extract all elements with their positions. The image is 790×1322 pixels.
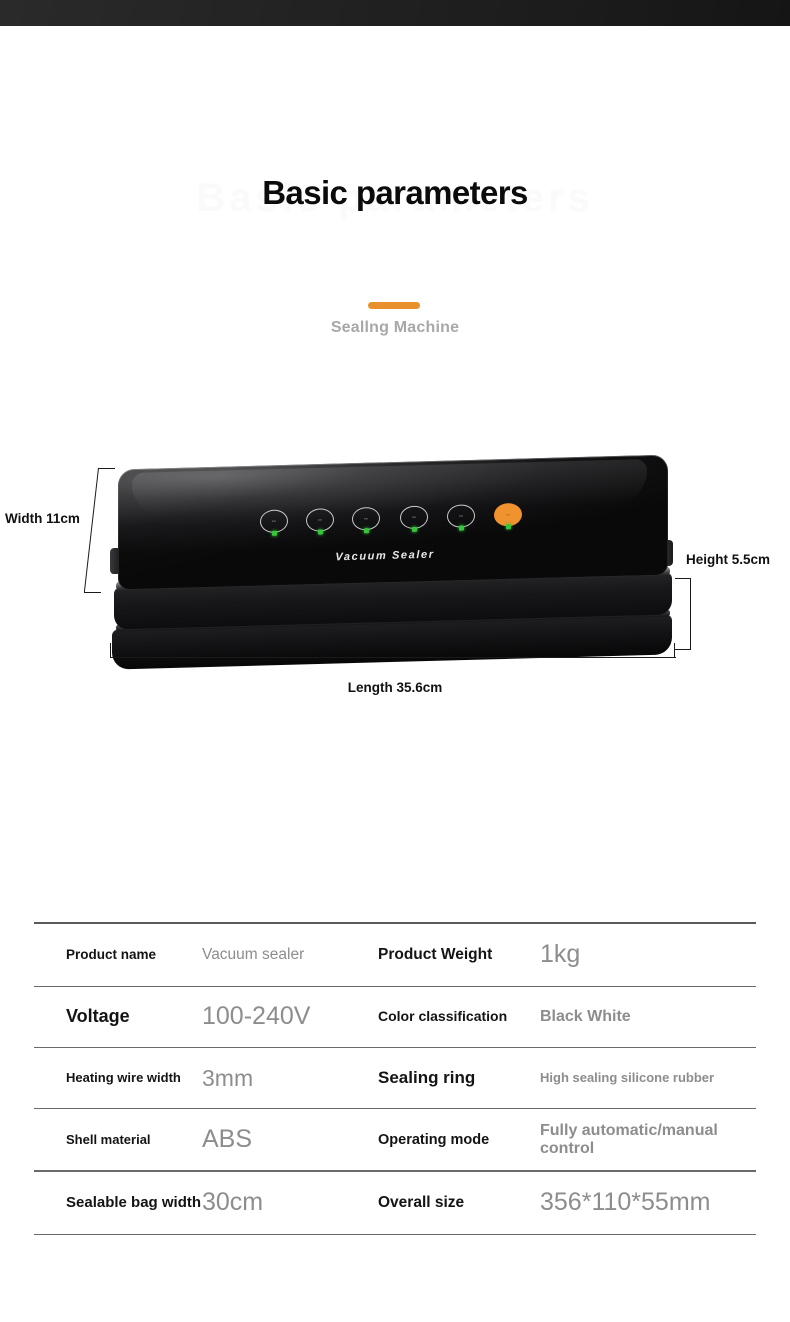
spec-value-product-name: Vacuum sealer: [202, 945, 305, 963]
width-dimension-label: Width 11cm: [5, 511, 80, 526]
spec-cell-value: 30cm: [202, 1188, 378, 1217]
led-indicator-5: [458, 525, 464, 531]
height-bracket-bottom-tick: [675, 649, 691, 651]
spec-cell-label: Product Weight: [378, 946, 540, 964]
length-bracket-line: [110, 657, 676, 659]
mode-button-2[interactable]: ▫▫: [306, 508, 334, 535]
spec-cell-value: Fully automatic/manual control: [540, 1122, 756, 1159]
mode-button-4[interactable]: ▫▫: [400, 505, 428, 532]
spec-cell-label: Heating wire width: [34, 1069, 202, 1087]
spec-cell-label: Color classification: [378, 1008, 540, 1026]
spec-value-voltage: 100-240V: [202, 1002, 311, 1031]
spec-cell-value: 3mm: [202, 1065, 378, 1092]
spec-label-product-name: Product name: [66, 946, 157, 962]
led-indicator-1: [271, 530, 277, 536]
spec-label-sealable-bag-width: Sealable bag width: [66, 1193, 202, 1211]
specifications-table: Product name Vacuum sealer Product Weigh…: [34, 922, 756, 1236]
mode-button-5-glyph: ▫▫: [458, 513, 464, 520]
spec-cell-label: Product name: [34, 946, 202, 964]
spec-cell-value: High sealing silicone rubber: [540, 1069, 756, 1087]
height-dimension-label: Height 5.5cm: [686, 552, 771, 567]
spec-cell-label: Sealable bag width: [34, 1194, 202, 1212]
mode-button-4-glyph: ▫▫: [411, 514, 417, 521]
spec-label-heating-wire-width: Heating wire width: [66, 1070, 181, 1086]
spec-value-color-classification: Black White: [540, 1007, 631, 1025]
spec-label-voltage: Voltage: [66, 1006, 130, 1027]
spec-value-heating-wire-width: 3mm: [202, 1064, 254, 1091]
width-bracket-top-tick: [98, 468, 115, 470]
mode-button-3-glyph: ▫▫: [363, 515, 369, 522]
page-header: Basic parameters Basic parameters Sealln…: [0, 26, 790, 336]
mode-button-2-glyph: ▫▫: [317, 516, 323, 524]
spec-cell-label: Overall size: [378, 1194, 540, 1212]
spec-cell-value: Black White: [540, 1008, 756, 1026]
table-rule-bottom: [34, 1233, 756, 1236]
spec-label-color-classification: Color classification: [378, 1007, 508, 1024]
stop-button-glyph: ▫▫: [505, 511, 511, 518]
led-indicator-6: [505, 524, 511, 530]
spec-value-sealing-ring: High sealing silicone rubber: [540, 1070, 715, 1086]
spec-cell-label: Sealing ring: [378, 1068, 540, 1088]
table-row: Product name Vacuum sealer Product Weigh…: [34, 924, 756, 986]
mode-button-5[interactable]: ▫▫: [447, 504, 475, 531]
spec-cell-value: 356*110*55mm: [540, 1188, 756, 1217]
length-dimension-label: Length 35.6cm: [347, 680, 443, 695]
height-bracket-line: [690, 578, 692, 650]
spec-value-operating-mode: Fully automatic/manual control: [540, 1121, 718, 1157]
top-dark-strip: [0, 0, 790, 26]
spec-cell-label: Operating mode: [378, 1131, 540, 1149]
table-row: Heating wire width 3mm Sealing ring High…: [34, 1048, 756, 1108]
product-illustration: ▫▫ ▫▫ ▫▫ ▫▫ ▫▫ ▫▫ Vacuum Sealer: [0, 440, 790, 720]
vacuum-sealer-device: ▫▫ ▫▫ ▫▫ ▫▫ ▫▫ ▫▫ Vacuum Sealer: [110, 454, 675, 670]
led-indicator-3: [363, 528, 369, 534]
spec-value-shell-material: ABS: [202, 1125, 253, 1154]
stop-button[interactable]: ▫▫: [494, 502, 522, 530]
spec-label-operating-mode: Operating mode: [378, 1131, 490, 1148]
page-subtitle: Seallng Machine: [330, 319, 460, 336]
spec-cell-value: 100-240V: [202, 1002, 378, 1031]
spec-cell-value: ABS: [202, 1125, 378, 1154]
led-indicator-4: [411, 526, 417, 532]
spec-value-product-weight: 1kg: [540, 940, 581, 969]
width-bracket-bottom-tick: [84, 592, 101, 594]
spec-cell-value: Vacuum sealer: [202, 946, 378, 964]
page-title: Basic parameters: [262, 174, 528, 211]
mode-button-1[interactable]: ▫▫: [260, 509, 288, 536]
led-indicator-2: [317, 529, 323, 535]
spec-cell-value: 1kg: [540, 940, 756, 969]
spec-cell-label: Voltage: [34, 1006, 202, 1027]
spec-label-sealing-ring: Sealing ring: [378, 1068, 476, 1088]
spec-cell-label: Shell material: [34, 1131, 202, 1149]
spec-value-overall-size: 356*110*55mm: [540, 1188, 711, 1217]
spec-label-overall-size: Overall size: [378, 1193, 465, 1211]
table-row: Voltage 100-240V Color classification Bl…: [34, 987, 756, 1047]
height-bracket-top-tick: [675, 578, 691, 580]
spec-value-sealable-bag-width: 30cm: [202, 1188, 264, 1217]
length-bracket-right-tick: [674, 643, 676, 658]
mode-button-1-glyph: ▫▫: [271, 518, 277, 525]
accent-divider: [368, 302, 420, 309]
table-row: Shell material ABS Operating mode Fully …: [34, 1109, 756, 1170]
mode-button-3[interactable]: ▫▫: [352, 506, 380, 534]
spec-label-shell-material: Shell material: [66, 1131, 151, 1147]
spec-label-product-weight: Product Weight: [378, 945, 493, 963]
length-bracket-left-tick: [110, 643, 112, 658]
table-row: Sealable bag width 30cm Overall size 356…: [34, 1172, 756, 1234]
